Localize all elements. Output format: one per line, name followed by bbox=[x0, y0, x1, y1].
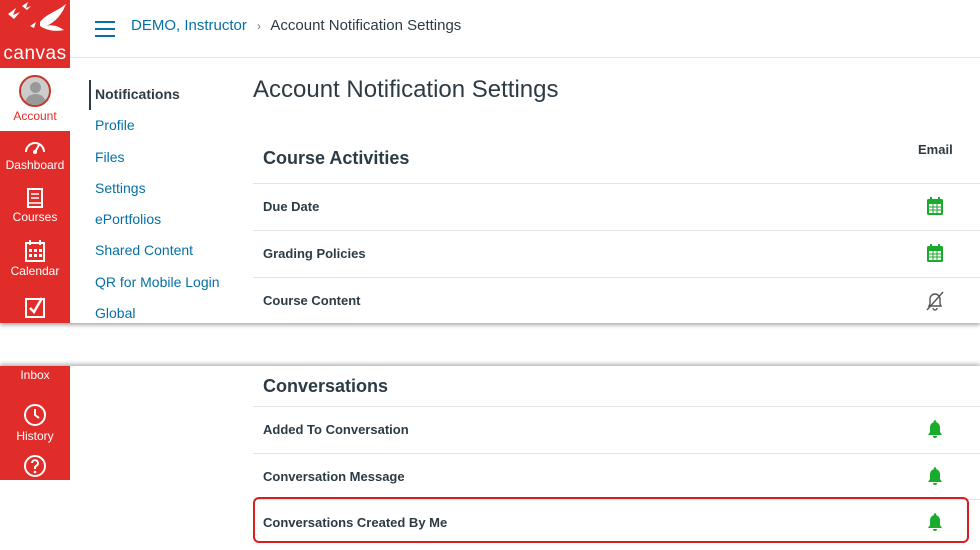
subnav-files[interactable]: Files bbox=[95, 149, 125, 165]
subnav-notifications[interactable]: Notifications bbox=[95, 86, 180, 102]
bell-icon[interactable] bbox=[923, 512, 947, 534]
breadcrumb-user-link[interactable]: DEMO, Instructor bbox=[131, 17, 247, 34]
hamburger-menu-icon[interactable] bbox=[95, 21, 115, 37]
subnav-active-indicator bbox=[89, 80, 91, 110]
bell-off-icon[interactable] bbox=[923, 290, 947, 312]
nav-calendar-label: Calendar bbox=[10, 264, 60, 278]
calendar-daily-icon[interactable] bbox=[923, 196, 947, 218]
page-title: Account Notification Settings bbox=[253, 76, 559, 103]
bell-icon[interactable] bbox=[923, 466, 947, 488]
nav-history-label: History bbox=[16, 429, 54, 443]
book-icon bbox=[27, 188, 43, 208]
notification-row: Due Date bbox=[253, 183, 980, 229]
bird-logo-icon bbox=[8, 2, 66, 31]
subnav-eportfolios[interactable]: ePortfolios bbox=[95, 211, 161, 227]
subnav-qr-mobile-login[interactable]: QR for Mobile Login bbox=[95, 274, 220, 290]
nav-history[interactable]: History bbox=[0, 403, 70, 443]
nav-calendar[interactable]: Calendar bbox=[0, 240, 70, 278]
subnav-shared-content[interactable]: Shared Content bbox=[95, 242, 193, 258]
notification-row: Course Content bbox=[253, 277, 980, 323]
avatar bbox=[19, 75, 51, 107]
breadcrumb-current: Account Notification Settings bbox=[270, 17, 462, 34]
nav-inbox[interactable]: Inbox bbox=[0, 366, 70, 382]
notification-label: Course Content bbox=[263, 293, 361, 308]
logo-wordmark: canvas bbox=[3, 43, 67, 64]
canvas-logo[interactable]: canvas bbox=[0, 0, 70, 68]
top-panel: canvas Account Dashboard Courses Calenda… bbox=[0, 0, 980, 323]
help-icon bbox=[24, 455, 46, 477]
notification-label: Conversation Message bbox=[263, 469, 405, 484]
bottom-panel: Inbox History Conversations Added To Con… bbox=[0, 366, 980, 550]
nav-courses[interactable]: Courses bbox=[0, 188, 70, 224]
subnav-settings[interactable]: Settings bbox=[95, 180, 146, 196]
breadcrumb: DEMO, Instructor › Account Notification … bbox=[131, 17, 461, 34]
global-nav: canvas Account Dashboard Courses Calenda… bbox=[0, 0, 70, 323]
notification-row: Conversation Message bbox=[253, 453, 980, 499]
notification-row: Conversations Created By Me bbox=[253, 499, 980, 545]
screenshot-stage: canvas Account Dashboard Courses Calenda… bbox=[0, 0, 980, 550]
calendar-daily-icon[interactable] bbox=[923, 243, 947, 265]
notification-label: Conversations Created By Me bbox=[263, 515, 448, 530]
nav-dashboard-label: Dashboard bbox=[5, 158, 65, 172]
notification-label: Added To Conversation bbox=[263, 422, 409, 437]
nav-courses-label: Courses bbox=[12, 210, 58, 224]
nav-assignments[interactable] bbox=[0, 296, 70, 318]
notification-label: Due Date bbox=[263, 199, 320, 214]
nav-account[interactable]: Account bbox=[0, 68, 70, 131]
clock-icon bbox=[24, 404, 46, 426]
section-gap bbox=[0, 323, 980, 366]
bell-icon[interactable] bbox=[923, 419, 947, 441]
breadcrumb-separator-icon: › bbox=[257, 19, 262, 33]
global-nav-lower: Inbox History bbox=[0, 366, 70, 480]
calendar-icon bbox=[25, 240, 45, 262]
subnav-global[interactable]: Global bbox=[95, 305, 135, 321]
email-column-header: Email bbox=[918, 142, 953, 157]
nav-help[interactable] bbox=[0, 454, 70, 478]
section-title-course-activities: Course Activities bbox=[263, 148, 410, 168]
notification-row: Added To Conversation bbox=[253, 406, 980, 452]
speedometer-icon bbox=[25, 142, 45, 154]
nav-inbox-label: Inbox bbox=[20, 368, 50, 382]
nav-account-label: Account bbox=[13, 109, 57, 123]
notification-label: Grading Policies bbox=[263, 246, 366, 261]
nav-dashboard[interactable]: Dashboard bbox=[0, 138, 70, 172]
notification-row: Grading Policies bbox=[253, 230, 980, 276]
checkbox-icon bbox=[25, 297, 45, 318]
section-title-conversations: Conversations bbox=[263, 376, 389, 396]
subnav-profile[interactable]: Profile bbox=[95, 117, 135, 133]
top-bar: DEMO, Instructor › Account Notification … bbox=[70, 0, 980, 58]
